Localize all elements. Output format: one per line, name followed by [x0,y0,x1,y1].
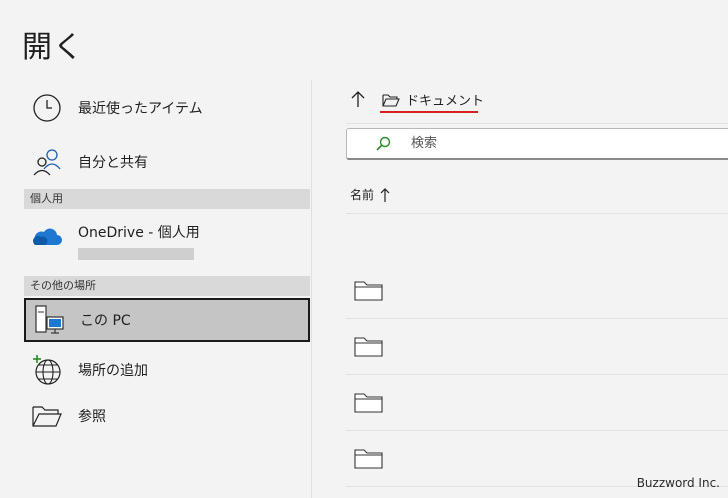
list-item[interactable] [346,263,728,319]
breadcrumb-underline [380,111,478,113]
separator [346,213,728,214]
search-icon [376,136,391,151]
sidebar-item-label: OneDrive - 個人用 [78,225,200,241]
folder-icon [354,393,383,413]
column-header-label: 名前 [350,188,375,202]
people-icon [26,141,68,183]
globe-plus-icon [26,349,68,391]
sidebar-item-label: この PC [80,313,131,329]
breadcrumb-current: ドキュメント [406,94,485,109]
sidebar-item-this-pc[interactable]: この PC [24,298,310,342]
sidebar-item-label: 最近使ったアイテム [78,101,203,117]
list-item[interactable] [346,319,728,375]
search-input[interactable] [409,135,613,152]
folder-icon [354,449,383,469]
folder-open-icon [382,93,400,107]
section-header-personal: 個人用 [24,189,310,209]
up-folder-button[interactable] [348,88,368,110]
section-header-other: その他の場所 [24,276,310,296]
breadcrumb[interactable]: ドキュメント [382,90,484,109]
search-box[interactable] [346,128,728,160]
sidebar-item-browse[interactable]: 参照 [24,394,310,438]
sidebar-item-label: 参照 [78,409,106,425]
folder-open-icon [26,395,68,437]
sidebar-item-shared[interactable]: 自分と共有 [24,140,310,184]
list-item[interactable] [346,375,728,431]
sidebar-item-label: 自分と共有 [78,155,148,171]
separator [346,123,728,124]
column-header-name[interactable]: 名前 [350,186,390,203]
sidebar-item-add-place[interactable]: 場所の追加 [24,348,310,392]
sidebar-item-recent[interactable]: 最近使ったアイテム [24,86,310,130]
sidebar-item-label: 場所の追加 [78,363,148,379]
sort-ascending-icon [380,187,390,202]
watermark: Buzzword Inc. [636,476,720,490]
onedrive-account-redacted [78,248,194,260]
folder-icon [354,337,383,357]
cloud-icon [26,215,68,257]
folder-icon [354,281,383,301]
page-title: 開く [22,30,84,65]
arrow-up-icon [351,91,365,107]
clock-icon [26,87,68,129]
pc-icon [28,299,70,341]
